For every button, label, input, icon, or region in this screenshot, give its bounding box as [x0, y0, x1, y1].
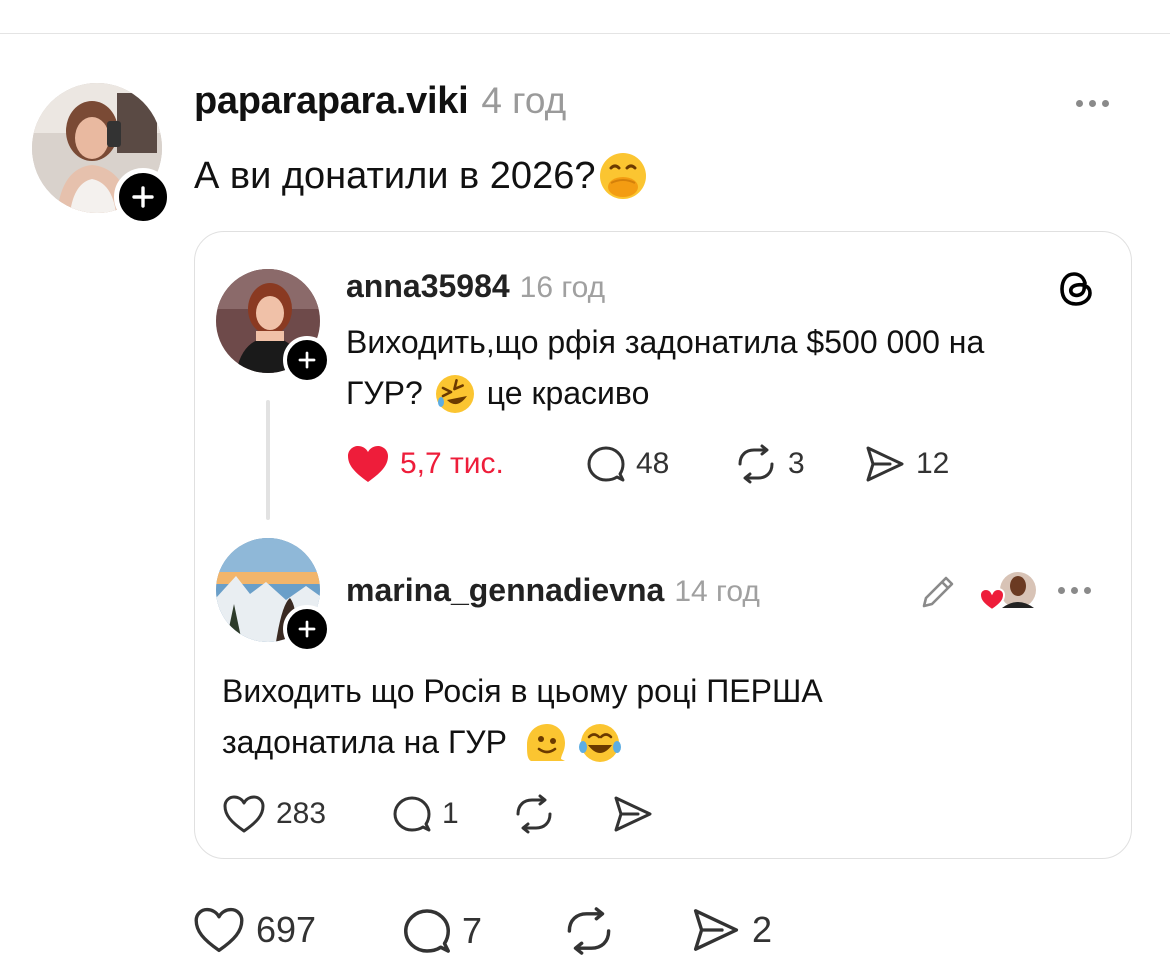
hand-over-mouth-emoji-icon — [600, 153, 647, 199]
post-like-count: 697 — [256, 909, 317, 950]
comment-icon — [587, 446, 625, 482]
plus-icon — [298, 620, 316, 638]
reply-reply-button[interactable]: 1 — [392, 794, 459, 834]
threads-logo-icon[interactable] — [1056, 268, 1098, 310]
reply-like-count: 283 — [276, 797, 327, 830]
parent-like-button[interactable]: 5,7 тис. — [346, 444, 504, 484]
pencil-icon[interactable] — [918, 572, 958, 612]
share-icon — [693, 909, 739, 951]
post-share-button[interactable]: 2 — [690, 906, 772, 954]
post-reply-count: 7 — [462, 910, 483, 951]
parent-time: 16 год — [519, 271, 606, 304]
more-options-icon[interactable] — [1076, 100, 1109, 107]
follow-parent-button[interactable] — [283, 336, 331, 384]
parent-like-count: 5,7 тис. — [400, 447, 504, 480]
parent-repost-count: 3 — [788, 447, 805, 480]
parent-text-line1: Виходить,що рфія задонатила $500 000 на — [346, 324, 985, 360]
reply-like-button[interactable]: 283 — [222, 794, 326, 834]
post-like-button[interactable]: 697 — [192, 906, 316, 954]
repost-icon — [738, 444, 774, 484]
liked-by-author-icon — [978, 572, 1036, 612]
follow-author-button[interactable] — [114, 168, 172, 226]
parent-text: Виходить,що рфія задонатила $500 000 на … — [346, 317, 1106, 419]
reply-reply-count: 1 — [442, 797, 459, 830]
post-header: paparapara.viki 4 год — [194, 80, 566, 123]
reply-time: 14 год — [674, 575, 760, 608]
plus-icon — [298, 351, 316, 369]
reply-more-options-icon[interactable] — [1058, 587, 1091, 594]
parent-repost-button[interactable]: 3 — [734, 444, 805, 484]
parent-header: anna35984 16 год — [346, 268, 605, 305]
parent-share-count: 12 — [916, 447, 950, 480]
rolling-laughing-emoji-icon — [435, 374, 474, 413]
tears-of-joy-emoji-icon — [578, 723, 621, 762]
reply-username[interactable]: marina_gennadievna — [346, 572, 664, 609]
parent-reply-count: 48 — [636, 447, 670, 480]
author-username[interactable]: paparapara.viki — [194, 80, 469, 123]
heart-icon — [194, 907, 244, 953]
reply-repost-button[interactable] — [512, 794, 556, 834]
repost-icon — [567, 907, 611, 955]
post-share-count: 2 — [752, 909, 773, 950]
post-text: А ви донатили в 2026? — [194, 154, 596, 197]
reply-share-button[interactable] — [612, 794, 654, 834]
repost-icon — [516, 794, 552, 834]
parent-username[interactable]: anna35984 — [346, 268, 510, 305]
reply-text: Виходить що Росія в цьому році ПЕРША зад… — [222, 666, 1102, 768]
post-reply-button[interactable]: 7 — [402, 906, 482, 956]
comment-icon — [393, 796, 431, 832]
heart-icon — [223, 795, 265, 833]
parent-text-line2b: це красиво — [486, 375, 650, 411]
thread-line — [266, 400, 270, 520]
parent-reply-button[interactable]: 48 — [586, 444, 669, 484]
follow-reply-author-button[interactable] — [283, 605, 331, 653]
parent-text-line2a: ГУР? — [346, 375, 423, 411]
post-repost-button[interactable] — [562, 906, 616, 956]
parent-share-button[interactable]: 12 — [864, 444, 949, 484]
post-time: 4 год — [481, 80, 567, 121]
reply-text-line2: задонатила на ГУР — [222, 724, 507, 760]
share-icon — [614, 796, 652, 832]
comment-icon — [404, 909, 450, 953]
share-icon — [866, 446, 904, 482]
melting-face-emoji-icon — [526, 723, 565, 761]
plus-icon — [132, 186, 154, 208]
top-divider — [0, 33, 1170, 34]
reply-header: marina_gennadievna 14 год — [346, 572, 760, 609]
post-text-row: А ви донатили в 2026? — [194, 150, 649, 202]
reply-text-line1: Виходить що Росія в цьому році ПЕРША — [222, 673, 823, 709]
heart-filled-icon — [348, 446, 388, 482]
